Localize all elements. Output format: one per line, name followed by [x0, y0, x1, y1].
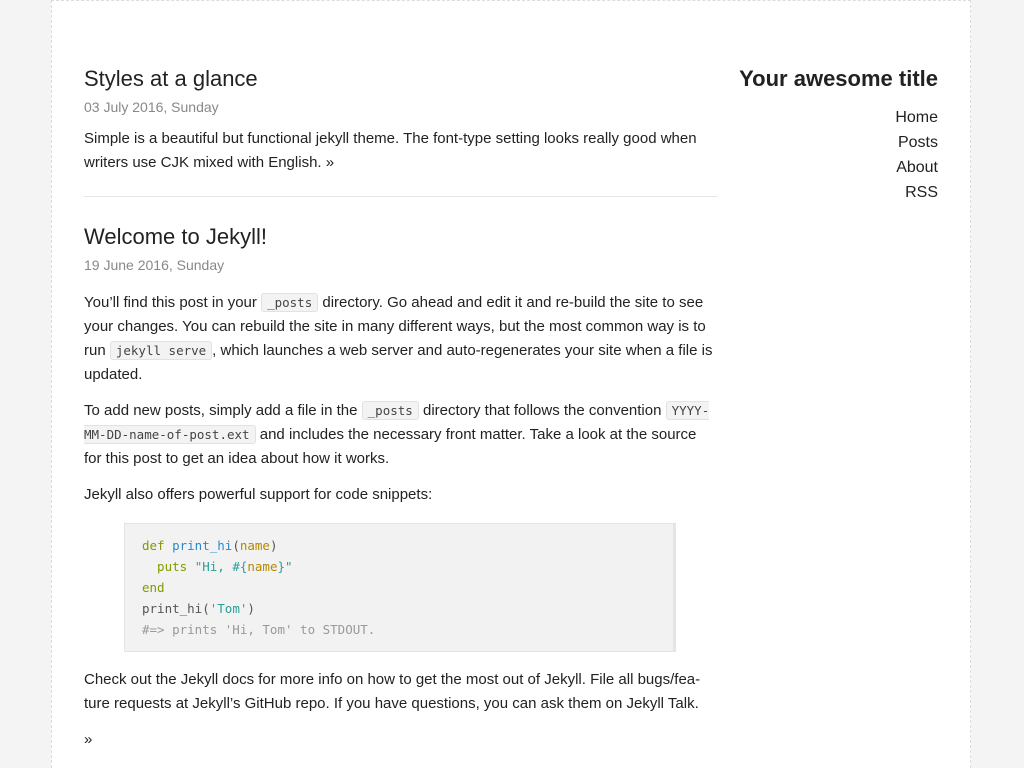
- post-date: 03 July 2016, Sunday: [84, 99, 219, 115]
- nav-item-about[interactable]: About: [738, 155, 938, 180]
- code-variable: name: [239, 538, 270, 553]
- sidebar: Your awesome title Home Posts About RSS: [738, 65, 938, 205]
- read-more-link[interactable]: »: [326, 154, 334, 171]
- code-line: print_hi('Tom'): [142, 598, 656, 619]
- code-punct: (: [232, 538, 240, 553]
- nav-item-rss[interactable]: RSS: [738, 180, 938, 205]
- main-content: Styles at a glance 03 July 2016, Sunday …: [84, 65, 718, 764]
- code-string: 'Tom': [209, 601, 248, 616]
- code-snippet: def print_hi(name) puts "Hi, #{name}" en…: [124, 523, 676, 652]
- code-line: end: [142, 577, 656, 598]
- paragraph-text: To add new posts, simply add a file in t…: [84, 402, 362, 419]
- post-title-link[interactable]: Welcome to Jekyll!: [84, 223, 718, 251]
- post-title-link[interactable]: Styles at a glance: [84, 65, 718, 93]
- post-paragraph: Check out the Jekyll docs for more info …: [84, 671, 701, 712]
- nav-item-posts[interactable]: Posts: [738, 130, 938, 155]
- post-paragraph: You’ll find this post in your _posts dir…: [84, 291, 718, 387]
- inline-code: _posts: [361, 401, 419, 420]
- page-container: Styles at a glance 03 July 2016, Sunday …: [51, 0, 971, 768]
- code-line: puts "Hi, #{name}": [142, 556, 656, 577]
- post-excerpt-text: Simple is a beautiful but functional jek…: [84, 130, 697, 171]
- paragraph-text: You’ll find this post in your: [84, 294, 262, 311]
- code-function: print_hi: [172, 538, 233, 553]
- post-paragraph: To add new posts, simply add a file in t…: [84, 399, 718, 471]
- post-date: 19 June 2016, Sunday: [84, 257, 225, 273]
- post-divider: [84, 196, 718, 197]
- code-variable: name: [247, 559, 278, 574]
- post-styles-at-a-glance: Styles at a glance 03 July 2016, Sunday …: [84, 65, 718, 175]
- post-welcome-to-jekyll: Welcome to Jekyll! 19 June 2016, Sunday …: [84, 223, 718, 752]
- inline-code: _posts: [261, 293, 319, 312]
- code-punct: (: [202, 601, 210, 616]
- code-keyword: puts: [142, 559, 195, 574]
- site-nav: Home Posts About RSS: [738, 105, 938, 205]
- site-title-link[interactable]: Your awesome title: [738, 65, 938, 92]
- code-punct: ): [247, 601, 255, 616]
- code-string: }": [277, 559, 293, 574]
- code-keyword: def: [142, 538, 165, 553]
- post-more: »: [84, 728, 718, 752]
- read-more-link[interactable]: »: [84, 731, 92, 748]
- code-comment: #=> prints 'Hi, Tom' to STDOUT.: [142, 622, 376, 637]
- code-punct: ): [269, 538, 278, 553]
- post-paragraph: Jekyll also offers powerful support for …: [84, 486, 433, 503]
- nav-item-home[interactable]: Home: [738, 105, 938, 130]
- code-string: "Hi, #{: [194, 559, 248, 574]
- code-function: print_hi: [142, 601, 203, 616]
- paragraph-text: directory that follows the convention: [418, 402, 666, 419]
- inline-code: jekyll serve: [109, 341, 213, 360]
- post-excerpt: Simple is a beautiful but functional jek…: [84, 127, 718, 175]
- code-line: def print_hi(name): [142, 535, 656, 556]
- code-keyword: end: [142, 580, 165, 595]
